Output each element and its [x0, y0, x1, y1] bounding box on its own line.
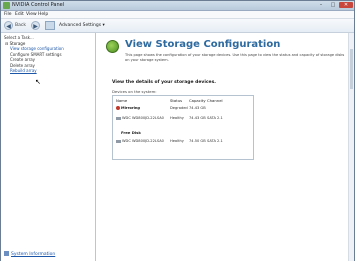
device-capacity: 74.43 GB: [189, 116, 206, 120]
column-header-name[interactable]: Name: [116, 98, 127, 103]
device-status: Healthy: [170, 139, 184, 143]
device-name: WDC WD800JD-22LSA0: [122, 139, 164, 143]
free-disk-heading: Free Disk: [121, 130, 141, 135]
device-name: WDC WD800JD-22LSA0: [122, 116, 164, 120]
section-title: View the details of your storage devices…: [112, 80, 216, 85]
device-capacity: 74.50 GB: [189, 139, 206, 143]
device-status: Degraded: [170, 106, 188, 110]
menu-view[interactable]: View: [26, 12, 37, 17]
storage-page-icon: [106, 40, 119, 53]
sidebar-item-rebuild-array[interactable]: Rebuild array: [5, 68, 64, 73]
disk-icon: [116, 116, 121, 120]
disk-icon: [116, 139, 121, 143]
minimize-button[interactable]: –: [316, 2, 326, 8]
devices-table: Name Status Capacity Channel Mirroring D…: [112, 95, 254, 160]
mouse-cursor-icon: ↖: [35, 78, 41, 86]
page-description: This page shows the configuration of you…: [125, 53, 345, 62]
menu-file[interactable]: File: [4, 12, 12, 17]
home-icon[interactable]: [45, 21, 55, 30]
menu-bar: File Edit View Help: [1, 11, 354, 19]
app-window: NVIDIA Control Panel – □ ✕ File Edit Vie…: [0, 0, 355, 261]
column-header-status[interactable]: Status: [170, 98, 182, 103]
nvidia-app-icon: [3, 2, 10, 9]
scrollbar-thumb[interactable]: [350, 49, 353, 89]
device-name: Mirroring: [121, 106, 140, 110]
device-status: Healthy: [170, 116, 184, 120]
column-header-channel[interactable]: Channel: [207, 98, 223, 103]
menu-help[interactable]: Help: [38, 12, 48, 17]
system-information-label: System Information: [11, 252, 56, 257]
device-channel: SATA 2.1: [207, 139, 223, 143]
main-content: View Storage Configuration This page sho…: [96, 33, 354, 261]
forward-button[interactable]: ▶: [31, 21, 40, 30]
system-information-link[interactable]: System Information: [4, 251, 55, 257]
title-bar: NVIDIA Control Panel – □ ✕: [1, 1, 354, 11]
device-channel: SATA 2.1: [207, 116, 223, 120]
task-label: Select a Task...: [4, 35, 34, 40]
task-sidebar: Select a Task... ⊟ Storage View storage …: [1, 33, 96, 261]
page-title: View Storage Configuration: [125, 39, 281, 50]
back-label[interactable]: Back: [15, 23, 26, 28]
menu-edit[interactable]: Edit: [15, 12, 24, 17]
task-tree: ⊟ Storage View storage configuration Con…: [5, 41, 64, 73]
toolbar: ◀ Back ▶ Advanced Settings ▾: [1, 19, 354, 33]
back-button[interactable]: ◀: [4, 21, 13, 30]
vertical-scrollbar[interactable]: [348, 33, 354, 261]
maximize-button[interactable]: □: [328, 2, 338, 8]
close-button[interactable]: ✕: [339, 2, 353, 8]
system-info-icon: [4, 251, 9, 256]
advanced-settings-button[interactable]: Advanced Settings ▾: [59, 23, 105, 28]
window-title: NVIDIA Control Panel: [12, 2, 65, 8]
device-capacity: 74.43 GB: [189, 106, 206, 110]
devices-label: Devices on the system:: [112, 89, 157, 94]
column-header-capacity[interactable]: Capacity: [189, 98, 206, 103]
error-icon: [116, 106, 120, 110]
